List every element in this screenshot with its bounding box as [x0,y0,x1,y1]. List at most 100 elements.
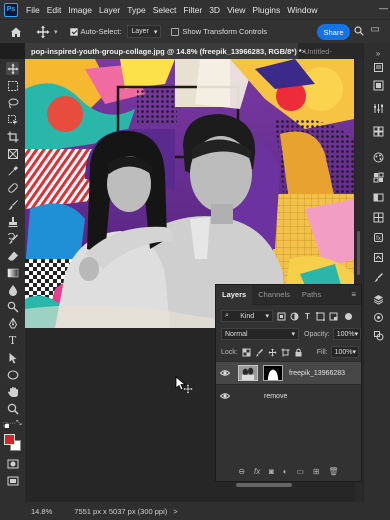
status-menu-arrow[interactable]: > [173,507,177,516]
swap-colors-icon[interactable]: ⤡ [16,420,22,428]
zoom-level[interactable]: 14.8% [31,507,52,516]
object-selection-tool-icon[interactable] [6,113,19,126]
brush-tool-icon[interactable] [6,198,19,211]
document-info[interactable]: 7551 px x 5037 px (300 ppi) [74,507,167,516]
gradients-panel-icon[interactable] [372,191,384,203]
search-icon[interactable] [354,26,364,36]
pen-tool-icon[interactable] [6,317,19,330]
menu-type[interactable]: Type [127,5,145,15]
tab-layers[interactable]: Layers [216,284,253,305]
layer-row-remove[interactable]: remove [216,384,361,407]
layer-row-freepik[interactable]: freepik_13966283 [216,361,361,384]
gradient-tool-icon[interactable] [6,266,19,279]
hand-tool-icon[interactable] [6,385,19,398]
libraries-panel-icon[interactable] [372,125,384,137]
auto-select-checkbox[interactable] [69,27,78,36]
path-selection-tool-icon[interactable] [6,351,19,364]
ellipse-tool-icon[interactable] [6,368,19,381]
add-mask-icon[interactable]: ◙ [269,467,274,476]
menu-view[interactable]: View [227,5,245,15]
brushes-panel-icon[interactable] [372,271,384,283]
workspace-menu-icon[interactable]: ▭ [371,24,380,35]
adjustments-panel-icon[interactable] [372,102,384,114]
eyedropper-tool-icon[interactable] [6,164,19,177]
screen-mode-icon[interactable] [6,474,19,487]
properties-panel-icon[interactable] [372,79,384,91]
menu-plugins[interactable]: Plugins [252,5,280,15]
panel-menu-icon[interactable]: ≡ [351,290,356,299]
healing-brush-tool-icon[interactable] [6,181,19,194]
layer-style-icon[interactable]: fx [254,467,260,476]
lock-image-icon[interactable] [255,348,264,357]
menu-file[interactable]: File [26,5,40,15]
filter-smart-object-icon[interactable] [329,312,338,321]
horizontal-scrollbar-thumb[interactable] [236,483,292,487]
blend-mode-dropdown[interactable]: Normal ▾ [221,328,299,340]
opacity-input[interactable]: 100% ▾ [332,328,361,340]
filter-type-icon[interactable]: T [303,312,312,321]
lock-transparent-icon[interactable] [242,348,251,357]
show-transform-checkbox[interactable] [171,27,180,36]
filter-adjustment-icon[interactable] [290,312,299,321]
filter-pixel-icon[interactable] [277,312,286,321]
shapes-panel-icon[interactable] [372,329,384,341]
filter-kind-dropdown[interactable]: ⌕ Kind ▾ [221,310,273,322]
menu-edit[interactable]: Edit [47,5,62,15]
marquee-tool-icon[interactable] [6,79,19,92]
minimize-button[interactable]: — [379,3,388,13]
chevron-down-icon[interactable]: ▾ [54,28,58,36]
menu-layer[interactable]: Layer [99,5,120,15]
move-tool-icon[interactable] [6,62,19,75]
layer-mask-thumbnail[interactable] [263,365,283,381]
lock-position-icon[interactable] [268,348,277,357]
visibility-eye-icon[interactable] [219,391,231,401]
swatches-panel-icon[interactable] [372,171,384,183]
filter-toggle-icon[interactable] [344,312,353,321]
fill-input[interactable]: 100% ▾ [330,346,359,358]
move-tool-icon[interactable] [36,25,50,39]
tab-paths[interactable]: Paths [296,285,327,305]
menu-image[interactable]: Image [68,5,92,15]
menu-3d[interactable]: 3D [209,5,220,15]
tab-channels[interactable]: Channels [252,285,296,305]
tab-untitled[interactable]: Untitled- [298,43,338,59]
styles-panel-icon[interactable]: fx [372,231,384,243]
blur-tool-icon[interactable] [6,283,19,296]
zoom-tool-icon[interactable] [6,402,19,415]
collapse-panels-icon[interactable]: » [372,47,384,59]
paths-panel-icon[interactable] [372,311,384,323]
adjustment-layer-icon[interactable]: ◐ [283,467,288,476]
frame-tool-icon[interactable] [6,147,19,160]
lasso-tool-icon[interactable] [6,96,19,109]
auto-select-target-dropdown[interactable]: Layer ▾ [127,25,162,38]
new-layer-icon[interactable]: ⊞ [313,467,320,476]
link-layers-icon[interactable]: ⊖ [238,467,245,476]
home-icon[interactable] [10,26,22,38]
auto-select-option[interactable]: Auto-Select: [69,27,121,36]
visibility-eye-icon[interactable] [219,368,231,378]
lock-artboard-icon[interactable] [281,348,290,357]
foreground-color-swatch[interactable] [4,434,15,445]
layers-panel-icon[interactable] [372,293,384,305]
menu-filter[interactable]: Filter [183,5,202,15]
scrollbar-thumb[interactable] [357,231,360,275]
tab-active-document[interactable]: pop-inspired-youth-group-collage.jpg @ 1… [25,43,306,59]
crop-tool-icon[interactable] [6,130,19,143]
new-group-icon[interactable]: ▭ [296,467,304,476]
dodge-tool-icon[interactable] [6,300,19,313]
clone-stamp-tool-icon[interactable] [6,215,19,228]
lock-all-icon[interactable] [294,348,303,357]
filter-shape-icon[interactable] [316,311,325,321]
history-panel-icon[interactable] [372,61,384,73]
menu-window[interactable]: Window [287,5,317,15]
show-transform-option[interactable]: Show Transform Controls [171,27,267,36]
patterns-panel-icon[interactable] [372,211,384,223]
history-brush-tool-icon[interactable] [6,232,19,245]
delete-layer-icon[interactable]: 🗑 [328,467,338,476]
eraser-tool-icon[interactable] [6,249,19,262]
quick-mask-icon[interactable] [6,457,19,470]
share-button[interactable]: Share [317,24,350,40]
channels-panel-icon[interactable] [372,251,384,263]
color-panel-icon[interactable] [372,151,384,163]
default-colors-icon[interactable] [2,421,10,429]
